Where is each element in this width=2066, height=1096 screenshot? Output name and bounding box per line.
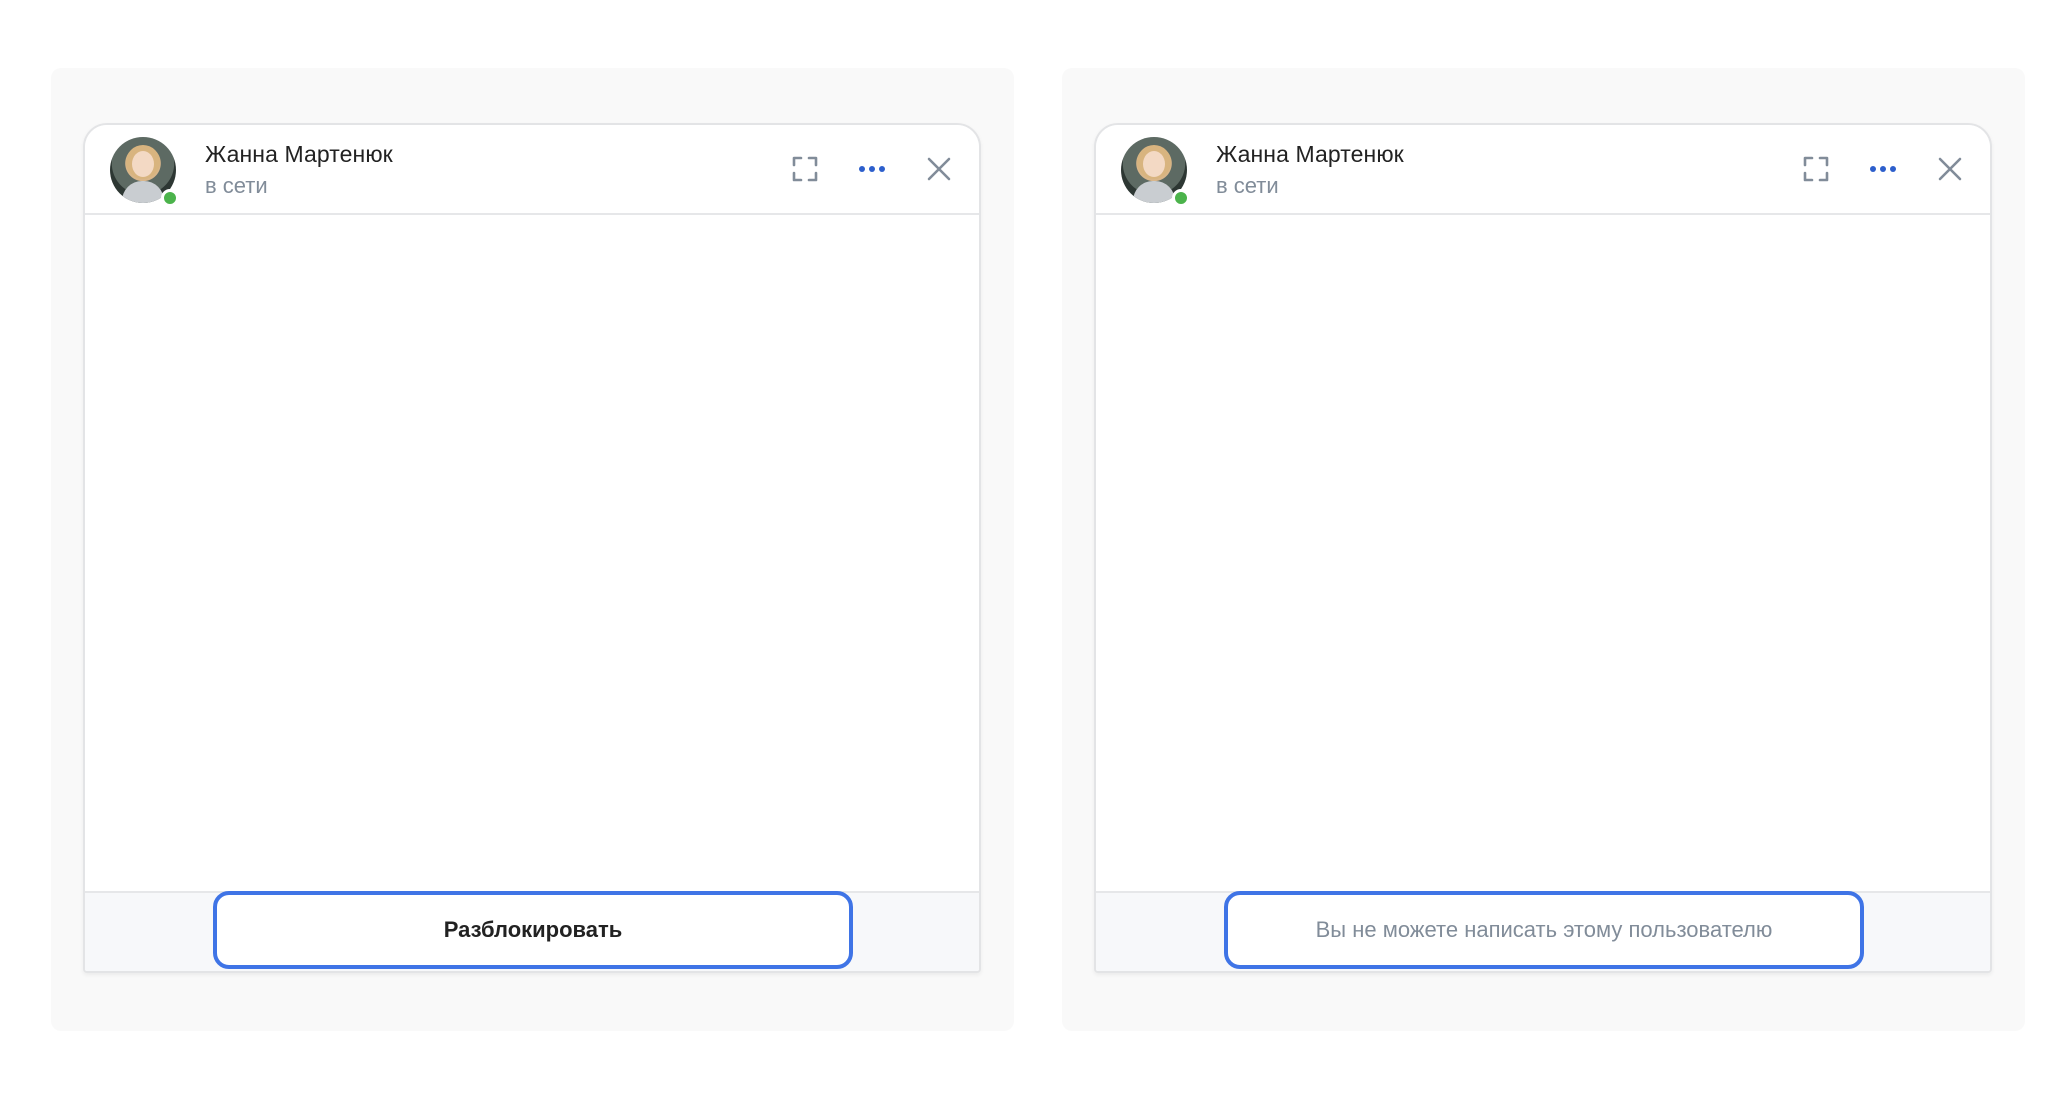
chat-window: Жанна Мартенюк в сети [1094, 123, 1992, 973]
avatar-face [1143, 151, 1165, 177]
unblock-button[interactable]: Разблокировать [213, 891, 853, 969]
more-button[interactable] [852, 149, 892, 189]
more-dots-icon [1870, 166, 1896, 172]
chat-header: Жанна Мартенюк в сети [85, 125, 979, 215]
avatar-body [122, 181, 164, 203]
chat-panel-blocked: Жанна Мартенюк в сети Разблокировать [51, 68, 1014, 1031]
more-dots-icon [859, 166, 885, 172]
message-history [1096, 215, 1990, 891]
chat-footer: Вы не можете написать этому пользователю [1096, 891, 1990, 971]
expand-button[interactable] [785, 149, 825, 189]
contact-name[interactable]: Жанна Мартенюк [205, 141, 393, 168]
close-icon [927, 157, 951, 181]
expand-button[interactable] [1796, 149, 1836, 189]
contact-status: в сети [205, 173, 268, 198]
contact-status: в сети [1216, 173, 1279, 198]
chat-footer: Разблокировать [85, 891, 979, 971]
expand-icon [792, 156, 818, 182]
chat-panel-restricted: Жанна Мартенюк в сети Вы не можете напис… [1062, 68, 2025, 1031]
chat-header: Жанна Мартенюк в сети [1096, 125, 1990, 215]
avatar-body [1133, 181, 1175, 203]
message-history [85, 215, 979, 891]
online-indicator [1172, 189, 1190, 207]
close-button[interactable] [1930, 149, 1970, 189]
avatar-face [132, 151, 154, 177]
online-indicator [161, 189, 179, 207]
close-icon [1938, 157, 1962, 181]
close-button[interactable] [919, 149, 959, 189]
cannot-message-notice: Вы не можете написать этому пользователю [1224, 891, 1864, 969]
chat-window: Жанна Мартенюк в сети [83, 123, 981, 973]
contact-name[interactable]: Жанна Мартенюк [1216, 141, 1404, 168]
expand-icon [1803, 156, 1829, 182]
more-button[interactable] [1863, 149, 1903, 189]
